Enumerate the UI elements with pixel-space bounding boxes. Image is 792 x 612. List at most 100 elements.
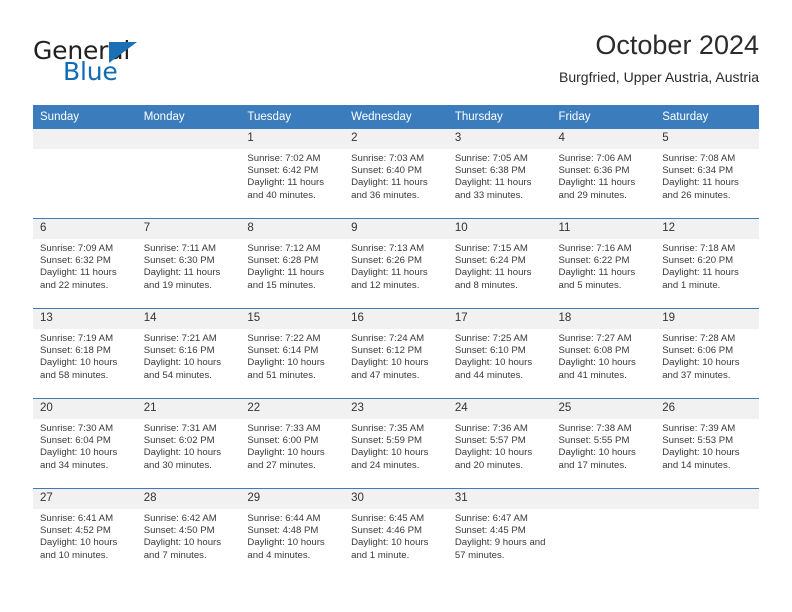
day-number: 19 bbox=[655, 309, 759, 329]
day-number bbox=[136, 129, 241, 149]
calendar-week-row: 27 Sunrise: 6:41 AM Sunset: 4:52 PM Dayligh… bbox=[33, 488, 759, 578]
day-details: Sunrise: 6:47 AM Sunset: 4:45 PM Daylight:… bbox=[448, 509, 552, 562]
sunset-text: Sunset: 6:10 PM bbox=[454, 345, 526, 357]
daylight-text: Daylight: 11 hours and 12 minutes. bbox=[351, 267, 428, 291]
page-title: October 2024 bbox=[595, 30, 759, 60]
calendar-day-cell[interactable]: 26 Sunrise: 7:39 AM Sunset: 5:53 PM Dayligh… bbox=[655, 398, 759, 489]
calendar-day-cell[interactable]: 4 Sunrise: 7:06 AM Sunset: 6:36 PM Daylight… bbox=[551, 129, 656, 219]
calendar-day-cell[interactable]: 21 Sunrise: 7:31 AM Sunset: 6:02 PM Dayligh… bbox=[136, 398, 241, 489]
calendar-day-cell[interactable]: 18 Sunrise: 7:27 AM Sunset: 6:08 PM Dayligh… bbox=[551, 308, 656, 399]
sunrise-text: Sunrise: 7:05 AM bbox=[454, 153, 528, 164]
day-details: Sunrise: 7:09 AM Sunset: 6:32 PM Daylight:… bbox=[33, 239, 137, 292]
daylight-text: Daylight: 11 hours and 5 minutes. bbox=[558, 267, 636, 291]
day-details: Sunrise: 6:41 AM Sunset: 4:52 PM Daylight:… bbox=[33, 509, 137, 562]
title-block: October 2024 Burgfried, Upper Austria, A… bbox=[559, 28, 759, 86]
calendar-day-cell[interactable]: 28 Sunrise: 6:42 AM Sunset: 4:50 PM Dayligh… bbox=[136, 488, 241, 578]
calendar-day-cell[interactable]: 11 Sunrise: 7:16 AM Sunset: 6:22 PM Dayligh… bbox=[551, 218, 656, 309]
calendar-day-cell[interactable]: 3 Sunrise: 7:05 AM Sunset: 6:38 PM Daylight… bbox=[447, 129, 552, 219]
calendar-week-row: 13 Sunrise: 7:19 AM Sunset: 6:18 PM Dayligh… bbox=[33, 308, 759, 399]
daylight-text: Daylight: 10 hours and 34 minutes. bbox=[40, 447, 118, 471]
daylight-text: Daylight: 10 hours and 10 minutes. bbox=[40, 537, 118, 561]
day-details: Sunrise: 7:19 AM Sunset: 6:18 PM Daylight:… bbox=[33, 329, 137, 382]
daylight-text: Daylight: 11 hours and 15 minutes. bbox=[247, 267, 325, 291]
sunset-text: Sunset: 5:59 PM bbox=[351, 435, 423, 447]
calendar-day-cell[interactable]: 25 Sunrise: 7:38 AM Sunset: 5:55 PM Dayligh… bbox=[551, 398, 656, 489]
daylight-text: Daylight: 10 hours and 7 minutes. bbox=[143, 537, 222, 561]
daylight-text: Daylight: 11 hours and 8 minutes. bbox=[454, 267, 532, 291]
sunrise-text: Sunrise: 7:08 AM bbox=[662, 153, 736, 164]
sunset-text: Sunset: 6:42 PM bbox=[247, 165, 319, 177]
daylight-text: Daylight: 11 hours and 19 minutes. bbox=[143, 267, 221, 291]
calendar-day-cell[interactable]: 9 Sunrise: 7:13 AM Sunset: 6:26 PM Daylight… bbox=[344, 218, 448, 309]
sunset-text: Sunset: 6:20 PM bbox=[662, 255, 734, 267]
day-number: 9 bbox=[344, 219, 448, 239]
calendar-day-cell[interactable]: 10 Sunrise: 7:15 AM Sunset: 6:24 PM Dayligh… bbox=[447, 218, 552, 309]
sunset-text: Sunset: 6:14 PM bbox=[247, 345, 319, 357]
daylight-text: Daylight: 11 hours and 29 minutes. bbox=[558, 177, 636, 201]
daylight-text: Daylight: 11 hours and 26 minutes. bbox=[662, 177, 739, 201]
calendar-day-cell[interactable]: 19 Sunrise: 7:28 AM Sunset: 6:06 PM Dayligh… bbox=[655, 308, 759, 399]
day-details: Sunrise: 7:16 AM Sunset: 6:22 PM Daylight:… bbox=[552, 239, 656, 292]
day-details: Sunrise: 6:44 AM Sunset: 4:48 PM Daylight:… bbox=[240, 509, 344, 562]
day-number: 20 bbox=[33, 399, 137, 419]
sunrise-text: Sunrise: 7:35 AM bbox=[351, 423, 425, 434]
day-details: Sunrise: 7:24 AM Sunset: 6:12 PM Daylight:… bbox=[344, 329, 448, 382]
calendar-day-cell[interactable]: 1 Sunrise: 7:02 AM Sunset: 6:42 PM Daylight… bbox=[240, 129, 345, 219]
sunrise-text: Sunrise: 7:36 AM bbox=[454, 423, 528, 434]
sunrise-text: Sunrise: 6:47 AM bbox=[454, 513, 528, 524]
calendar-day-cell[interactable]: 31 Sunrise: 6:47 AM Sunset: 4:45 PM Dayligh… bbox=[447, 488, 552, 578]
daylight-text: Daylight: 10 hours and 51 minutes. bbox=[247, 357, 325, 381]
calendar-day-cell[interactable]: 2 Sunrise: 7:03 AM Sunset: 6:40 PM Daylight… bbox=[344, 129, 448, 219]
sunrise-text: Sunrise: 6:42 AM bbox=[143, 513, 217, 524]
weekday-header-saturday: Saturday bbox=[655, 105, 759, 129]
day-details: Sunrise: 7:31 AM Sunset: 6:02 PM Daylight:… bbox=[137, 419, 241, 472]
calendar-day-cell[interactable]: 5 Sunrise: 7:08 AM Sunset: 6:34 PM Daylight… bbox=[655, 129, 759, 219]
calendar-day-cell[interactable]: 24 Sunrise: 7:36 AM Sunset: 5:57 PM Dayligh… bbox=[447, 398, 552, 489]
sunrise-text: Sunrise: 7:19 AM bbox=[40, 333, 114, 344]
day-number: 13 bbox=[33, 309, 137, 329]
calendar-day-cell[interactable]: 8 Sunrise: 7:12 AM Sunset: 6:28 PM Daylight… bbox=[240, 218, 345, 309]
sunrise-text: Sunrise: 7:16 AM bbox=[558, 243, 632, 254]
weekday-header-tuesday: Tuesday bbox=[240, 105, 345, 129]
day-details: Sunrise: 7:02 AM Sunset: 6:42 PM Daylight:… bbox=[240, 149, 344, 202]
calendar-day-cell[interactable]: 6 Sunrise: 7:09 AM Sunset: 6:32 PM Daylight… bbox=[33, 218, 137, 309]
sunrise-text: Sunrise: 7:28 AM bbox=[662, 333, 736, 344]
day-number: 30 bbox=[344, 489, 448, 509]
brand-logo[interactable]: General Blue bbox=[33, 36, 263, 92]
calendar-day-cell[interactable]: 12 Sunrise: 7:18 AM Sunset: 6:20 PM Dayligh… bbox=[655, 218, 759, 309]
calendar-day-cell[interactable]: 17 Sunrise: 7:25 AM Sunset: 6:10 PM Dayligh… bbox=[447, 308, 552, 399]
day-details: Sunrise: 7:03 AM Sunset: 6:40 PM Daylight:… bbox=[344, 149, 448, 202]
calendar-day-cell[interactable]: 30 Sunrise: 6:45 AM Sunset: 4:46 PM Dayligh… bbox=[344, 488, 448, 578]
sunset-text: Sunset: 6:34 PM bbox=[662, 165, 734, 177]
weekday-header-sunday: Sunday bbox=[33, 105, 137, 129]
day-details: Sunrise: 7:22 AM Sunset: 6:14 PM Daylight:… bbox=[240, 329, 344, 382]
day-number bbox=[551, 489, 656, 509]
day-number: 31 bbox=[447, 489, 552, 509]
day-details: Sunrise: 7:33 AM Sunset: 6:00 PM Daylight:… bbox=[240, 419, 344, 472]
calendar-day-cell[interactable]: 14 Sunrise: 7:21 AM Sunset: 6:16 PM Dayligh… bbox=[136, 308, 241, 399]
calendar-day-cell[interactable]: 16 Sunrise: 7:24 AM Sunset: 6:12 PM Dayligh… bbox=[344, 308, 448, 399]
sunrise-text: Sunrise: 7:06 AM bbox=[558, 153, 632, 164]
calendar-day-cell[interactable]: 13 Sunrise: 7:19 AM Sunset: 6:18 PM Dayligh… bbox=[33, 308, 137, 399]
day-details: Sunrise: 7:39 AM Sunset: 5:53 PM Daylight:… bbox=[655, 419, 759, 472]
sunrise-text: Sunrise: 7:38 AM bbox=[558, 423, 632, 434]
calendar-day-cell[interactable]: 7 Sunrise: 7:11 AM Sunset: 6:30 PM Daylight… bbox=[136, 218, 241, 309]
calendar-day-cell[interactable]: 22 Sunrise: 7:33 AM Sunset: 6:00 PM Dayligh… bbox=[240, 398, 345, 489]
calendar-day-cell[interactable]: 20 Sunrise: 7:30 AM Sunset: 6:04 PM Dayligh… bbox=[33, 398, 137, 489]
calendar-day-cell[interactable]: 27 Sunrise: 6:41 AM Sunset: 4:52 PM Dayligh… bbox=[33, 488, 137, 578]
sunset-text: Sunset: 5:55 PM bbox=[558, 435, 630, 447]
calendar-table: Sunday Monday Tuesday Wednesday Thursday… bbox=[33, 105, 759, 578]
calendar-day-cell[interactable]: 15 Sunrise: 7:22 AM Sunset: 6:14 PM Dayligh… bbox=[240, 308, 345, 399]
sunrise-text: Sunrise: 7:39 AM bbox=[662, 423, 736, 434]
sunrise-text: Sunrise: 7:22 AM bbox=[247, 333, 321, 344]
weekday-header-friday: Friday bbox=[551, 105, 656, 129]
daylight-text: Daylight: 11 hours and 36 minutes. bbox=[351, 177, 428, 201]
calendar-week-row: 6 Sunrise: 7:09 AM Sunset: 6:32 PM Daylight… bbox=[33, 218, 759, 309]
sunrise-text: Sunrise: 7:24 AM bbox=[351, 333, 425, 344]
calendar-week-row: 20 Sunrise: 7:30 AM Sunset: 6:04 PM Dayligh… bbox=[33, 398, 759, 489]
day-details: Sunrise: 7:35 AM Sunset: 5:59 PM Daylight:… bbox=[344, 419, 448, 472]
daylight-text: Daylight: 10 hours and 37 minutes. bbox=[662, 357, 740, 381]
calendar-day-cell[interactable]: 23 Sunrise: 7:35 AM Sunset: 5:59 PM Dayligh… bbox=[344, 398, 448, 489]
calendar-day-cell[interactable]: 29 Sunrise: 6:44 AM Sunset: 4:48 PM Dayligh… bbox=[240, 488, 345, 578]
sunset-text: Sunset: 6:28 PM bbox=[247, 255, 319, 267]
